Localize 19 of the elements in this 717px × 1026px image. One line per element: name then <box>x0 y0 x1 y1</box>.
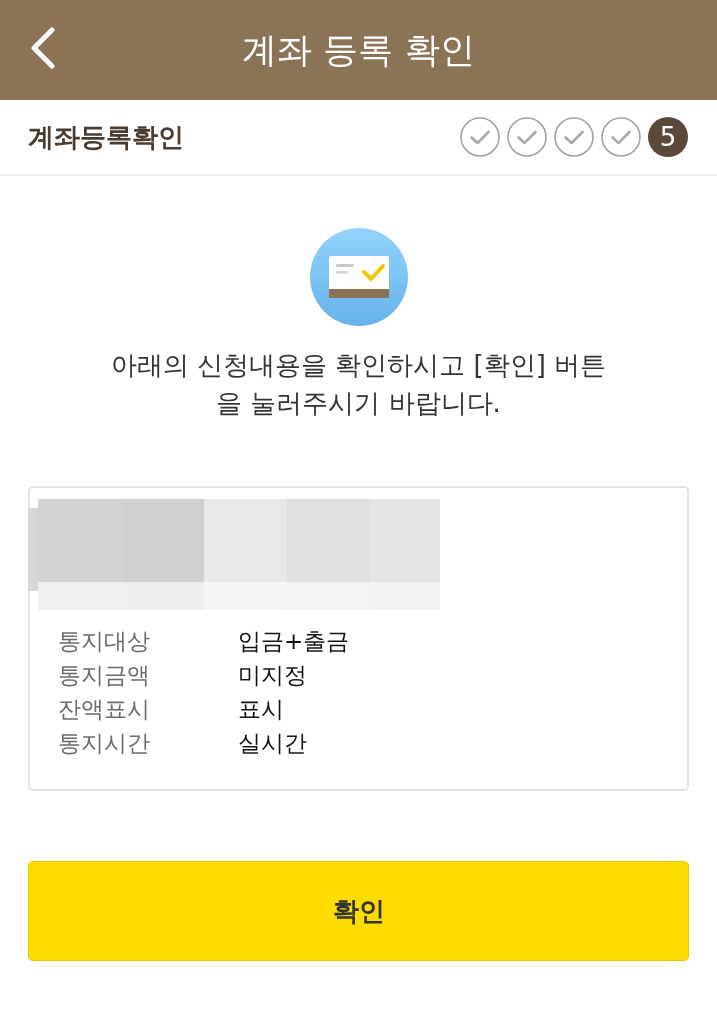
detail-value: 입금+출금 <box>238 629 350 653</box>
detail-label: 통지시간 <box>58 731 151 755</box>
detail-label: 통지금액 <box>58 663 151 687</box>
back-icon[interactable] <box>30 27 56 69</box>
current-step-number: 5 <box>648 117 688 157</box>
detail-label: 잔액표시 <box>58 697 151 721</box>
detail-value: 실시간 <box>238 731 307 755</box>
step-done-check-icon <box>601 117 641 157</box>
step-done-check-icon <box>460 117 500 157</box>
detail-value: 표시 <box>238 697 284 721</box>
confirm-button[interactable]: 확인 <box>28 861 689 961</box>
card-check-icon <box>309 228 408 326</box>
step-done-check-icon <box>507 117 547 157</box>
page-title: 계좌 등록 확인 <box>242 32 475 68</box>
detail-value: 미지정 <box>238 663 307 687</box>
step-done-check-icon <box>554 117 594 157</box>
section-title: 계좌등록확인 <box>28 124 184 150</box>
instruction-text: 아래의 신청내용을 확인하시고 [확인] 버튼 을 눌러주시기 바랍니다. <box>109 349 608 420</box>
detail-label: 통지대상 <box>58 629 151 653</box>
